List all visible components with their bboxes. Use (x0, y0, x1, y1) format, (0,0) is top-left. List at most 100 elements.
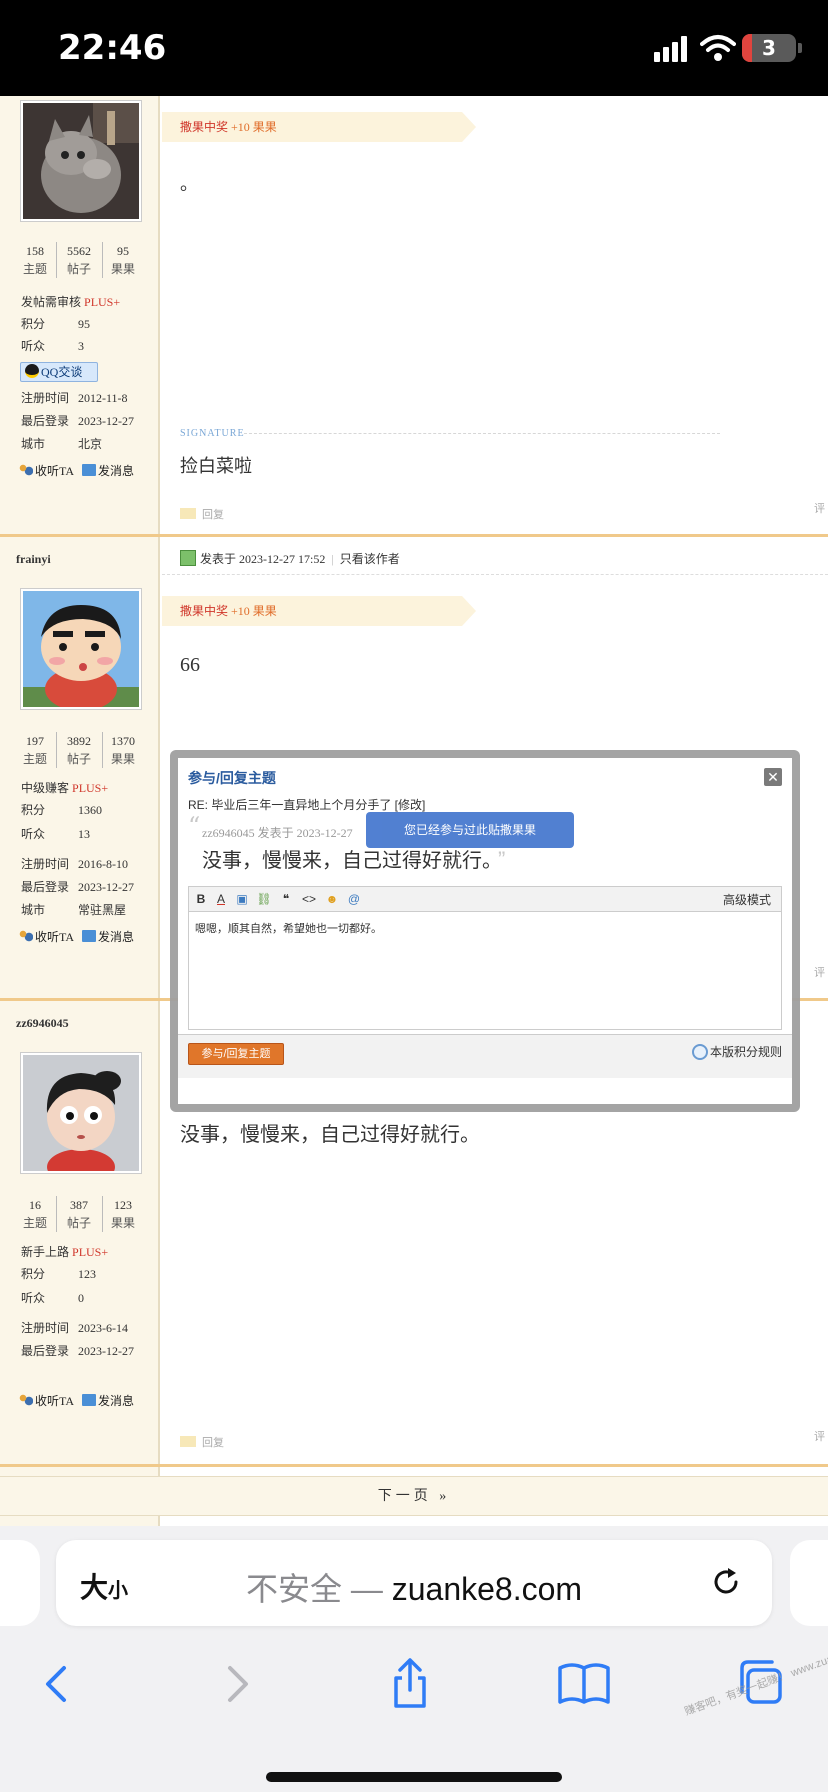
share-icon[interactable] (380, 1654, 440, 1714)
avatar[interactable] (20, 100, 142, 222)
stat-threads[interactable]: 16 (14, 1196, 56, 1214)
stat-posts[interactable]: 3892 (58, 732, 100, 750)
url-text[interactable]: 不安全 — zuanke8.com (56, 1564, 772, 1610)
listeners-value[interactable]: 3 (78, 339, 84, 353)
listeners-label: 听众 (21, 827, 46, 841)
points-rules-link[interactable]: 本版积分规则 (691, 1043, 782, 1060)
username[interactable]: zz6946045 (16, 1016, 69, 1031)
user-last-login: 最后登录 2023-12-27 (21, 879, 134, 895)
dialog-footer: 参与/回复主题 本版积分规则 (178, 1034, 792, 1078)
address-bar[interactable]: 大小 不安全 — zuanke8.com (56, 1540, 772, 1626)
post-meta: 发表于 2023-12-27 17:52 | 只看该作者 (180, 550, 400, 567)
status-bar: 22:46 3 (0, 0, 828, 96)
submit-reply-button[interactable]: 参与/回复主题 (188, 1043, 284, 1065)
cat-avatar-image (23, 103, 139, 219)
rate-link[interactable]: 评 (814, 500, 825, 516)
mention-icon[interactable]: @ (345, 891, 363, 907)
toast-message: 您已经参与过此贴撒果果 (366, 812, 574, 848)
meta-divider-line (162, 574, 828, 575)
listeners-value[interactable]: 13 (78, 827, 90, 841)
user-listeners: 听众 13 (21, 826, 90, 842)
cellular-signal-icon (654, 36, 687, 62)
post-date: 发表于 2023-12-27 17:52 (200, 552, 326, 566)
code-icon[interactable]: <> (299, 891, 319, 907)
editor-toolbar: B A ▣ ⛓ ❝ <> ☻ @ 高级模式 (188, 886, 782, 912)
bold-button[interactable]: B (193, 891, 209, 907)
next-tab-preview[interactable] (790, 1540, 828, 1626)
quote-meta: zz6946045 发表于 2023-12-27 (202, 826, 353, 840)
reward-banner: 撒果中奖 +10 果果 (162, 112, 476, 142)
stat-label: 主题 (22, 1216, 47, 1230)
listeners-label: 听众 (21, 339, 46, 353)
stat-coins[interactable]: 95 (102, 242, 144, 260)
stat-posts[interactable]: 5562 (58, 242, 100, 260)
reply-label: 回复 (202, 509, 224, 521)
rank-text[interactable]: 中级赚客 (21, 781, 69, 795)
stat-threads[interactable]: 158 (14, 242, 56, 260)
quote-icon[interactable]: ❝ (277, 891, 295, 907)
city-label: 城市 (21, 903, 46, 917)
send-message-link[interactable]: 发消息 (98, 930, 134, 944)
font-color-button[interactable]: A (213, 891, 229, 907)
image-icon[interactable]: ▣ (233, 891, 251, 907)
plus-badge: PLUS+ (72, 1245, 109, 1259)
follow-link[interactable]: 收听TA (35, 930, 74, 944)
rank-text[interactable]: 新手上路 (21, 1245, 69, 1259)
previous-tab-preview[interactable] (0, 1540, 40, 1626)
avatar[interactable] (20, 588, 142, 710)
dialog-title: 参与/回复主题 (188, 770, 276, 786)
reload-icon[interactable] (708, 1564, 744, 1600)
stat-posts[interactable]: 387 (58, 1196, 100, 1214)
plus-badge: PLUS+ (84, 295, 121, 309)
rate-link[interactable]: 评 (814, 964, 825, 980)
plus-badge: PLUS+ (72, 781, 109, 795)
stat-label: 主题 (22, 262, 47, 276)
listeners-value[interactable]: 0 (78, 1291, 84, 1305)
link-icon[interactable]: ⛓ (255, 891, 273, 907)
follow-link[interactable]: 收听TA (35, 1394, 74, 1408)
stat-threads[interactable]: 197 (14, 732, 56, 750)
post-icon (180, 550, 196, 566)
username[interactable]: frainyi (16, 552, 51, 567)
reply-link[interactable]: 回复 (180, 506, 224, 522)
battery-icon: 3 (742, 34, 802, 62)
back-icon[interactable] (28, 1654, 88, 1714)
send-message-link[interactable]: 发消息 (98, 464, 134, 478)
reply-textarea[interactable]: 嗯嗯，顺其自然，希望她也一切都好。 (188, 912, 782, 1030)
qq-icon (25, 364, 39, 378)
city-value: 北京 (78, 437, 103, 451)
stat-coins[interactable]: 123 (102, 1196, 144, 1214)
reg-label: 注册时间 (21, 1321, 70, 1335)
home-indicator[interactable] (266, 1772, 562, 1782)
only-author-link[interactable]: 只看该作者 (340, 552, 400, 566)
bookmarks-icon[interactable] (554, 1654, 614, 1714)
rank-text[interactable]: 发帖需审核 (21, 295, 81, 309)
reward-banner: 撒果中奖 +10 果果 (162, 596, 476, 626)
rate-link[interactable]: 评 (814, 1428, 825, 1444)
send-message-link[interactable]: 发消息 (98, 1394, 134, 1408)
points-label: 积分 (21, 1267, 46, 1281)
follow-icon (19, 930, 33, 942)
last-login-value: 2023-12-27 (78, 880, 134, 894)
follow-link[interactable]: 收听TA (35, 464, 74, 478)
reward-label: 撒果中奖 (180, 120, 229, 134)
stat-coins[interactable]: 1370 (102, 732, 144, 750)
city-label: 城市 (21, 437, 46, 451)
reply-link[interactable]: 回复 (180, 1434, 224, 1450)
avatar[interactable] (20, 1052, 142, 1174)
forward-icon[interactable] (206, 1654, 266, 1714)
close-icon[interactable]: ✕ (764, 768, 782, 786)
last-login-label: 最后登录 (21, 1344, 70, 1358)
qq-chat-button[interactable]: QQ交谈 (20, 362, 98, 382)
reg-value: 2016-8-10 (78, 857, 128, 871)
emoji-icon[interactable]: ☻ (323, 891, 341, 907)
reply-icon (180, 1436, 196, 1447)
advanced-mode-link[interactable]: 高级模式 (723, 891, 771, 908)
last-login-value: 2023-12-27 (78, 1344, 134, 1358)
stat-label: 果果 (110, 1216, 135, 1230)
user-reg-date: 注册时间 2023-6-14 (21, 1320, 128, 1336)
browser-chrome: 大小 不安全 — zuanke8.com 赚客吧，有奖一起赚！ www.zuan… (0, 1526, 828, 1792)
user-points: 积分 95 (21, 316, 90, 332)
next-page-button[interactable]: 下一页 » (0, 1476, 828, 1516)
reply-subject[interactable]: RE: 毕业后三年一直异地上个月分手了 [修改] (188, 796, 425, 813)
